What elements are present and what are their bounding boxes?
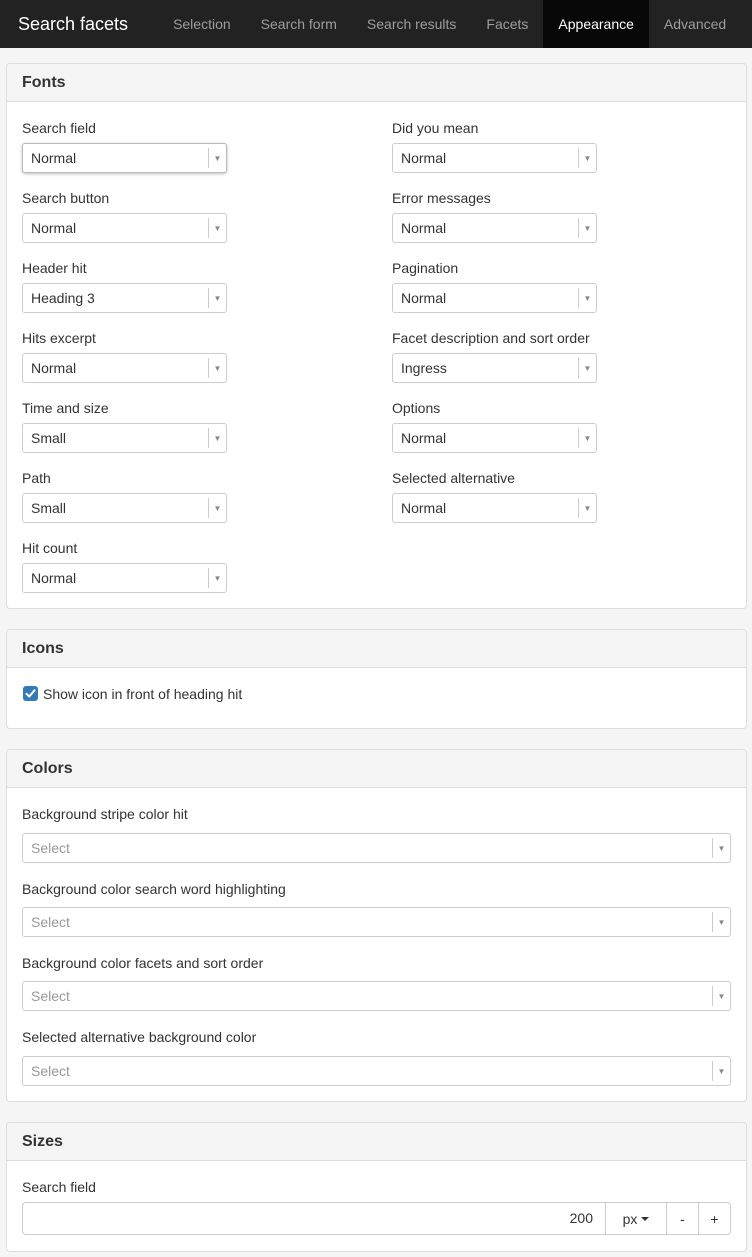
dropdown-arrow-icon: ▼	[213, 223, 222, 233]
tab-selection[interactable]: Selection	[158, 0, 246, 48]
select-value: Normal	[401, 220, 447, 236]
decrement-button[interactable]: -	[666, 1203, 698, 1234]
dropdown-arrow-icon: ▼	[583, 153, 592, 163]
select-value: Normal	[401, 430, 447, 446]
caret-down-icon	[641, 1216, 650, 1221]
search-field-size-group: 200 px - +	[22, 1202, 731, 1235]
font-select-options[interactable]: Normal ▼	[392, 423, 597, 453]
font-select-pagination[interactable]: Normal ▼	[392, 283, 597, 313]
font-select-search-field[interactable]: Normal ▼	[22, 143, 227, 173]
select-value: Small	[31, 430, 67, 446]
font-select-path[interactable]: Small ▼	[22, 493, 227, 523]
dropdown-arrow-icon: ▼	[213, 363, 222, 373]
dropdown-arrow-icon: ▼	[583, 223, 592, 233]
select-value: Normal	[31, 220, 77, 236]
color-select-stripe-hit[interactable]: Select ▼	[22, 833, 731, 863]
dropdown-arrow-icon: ▼	[717, 917, 726, 927]
dropdown-arrow-icon: ▼	[213, 433, 222, 443]
dropdown-arrow-icon: ▼	[583, 433, 592, 443]
font-label-facet-description: Facet description and sort order	[392, 330, 590, 346]
select-value: Normal	[31, 150, 77, 166]
show-icon-checkbox-label[interactable]: Show icon in front of heading hit	[43, 686, 242, 702]
select-value: Normal	[401, 500, 447, 516]
dropdown-arrow-icon: ▼	[583, 293, 592, 303]
icons-panel: Icons Show icon in front of heading hit	[6, 629, 747, 729]
checkmark-icon	[25, 689, 36, 698]
select-value: Small	[31, 500, 67, 516]
unit-dropdown-button[interactable]: px	[605, 1203, 666, 1234]
font-label-hit-count: Hit count	[22, 540, 78, 556]
select-value: Normal	[31, 570, 77, 586]
colors-panel: Colors Background stripe color hit Selec…	[6, 749, 747, 1102]
font-select-hit-count[interactable]: Normal ▼	[22, 563, 227, 593]
font-label-pagination: Pagination	[392, 260, 459, 276]
select-value: Normal	[401, 290, 447, 306]
font-select-error-messages[interactable]: Normal ▼	[392, 213, 597, 243]
fonts-panel-title: Fonts	[7, 64, 746, 102]
select-placeholder: Select	[31, 840, 70, 856]
tab-facets[interactable]: Facets	[471, 0, 543, 48]
font-label-time-and-size: Time and size	[22, 400, 109, 416]
icons-panel-title: Icons	[7, 630, 746, 668]
dropdown-arrow-icon: ▼	[583, 363, 592, 373]
font-label-error-messages: Error messages	[392, 190, 491, 206]
color-label-search-word-highlighting: Background color search word highlightin…	[22, 881, 286, 897]
select-value: Normal	[401, 150, 447, 166]
size-label-search-field: Search field	[22, 1179, 96, 1195]
dropdown-arrow-icon: ▼	[717, 843, 726, 853]
select-placeholder: Select	[31, 914, 70, 930]
font-label-search-button: Search button	[22, 190, 110, 206]
sizes-panel: Sizes Search field 200 px - +	[6, 1122, 747, 1252]
select-value: Ingress	[401, 360, 447, 376]
color-select-facets-sort-order[interactable]: Select ▼	[22, 981, 731, 1011]
font-select-selected-alternative[interactable]: Normal ▼	[392, 493, 597, 523]
color-select-selected-alternative[interactable]: Select ▼	[22, 1056, 731, 1086]
dropdown-arrow-icon: ▼	[213, 293, 222, 303]
search-field-size-input[interactable]: 200	[23, 1203, 605, 1234]
show-icon-checkbox[interactable]	[23, 686, 38, 701]
font-select-header-hit[interactable]: Heading 3 ▼	[22, 283, 227, 313]
font-label-selected-alternative: Selected alternative	[392, 470, 515, 486]
color-select-search-word-highlighting[interactable]: Select ▼	[22, 907, 731, 937]
font-select-hits-excerpt[interactable]: Normal ▼	[22, 353, 227, 383]
color-label-facets-sort-order: Background color facets and sort order	[22, 955, 264, 971]
tab-search-results[interactable]: Search results	[352, 0, 471, 48]
fonts-panel: Fonts Search field Normal ▼ Search butto…	[6, 63, 747, 609]
font-select-facet-description[interactable]: Ingress ▼	[392, 353, 597, 383]
top-navbar: Search facets Selection Search form Sear…	[0, 0, 752, 48]
brand-title[interactable]: Search facets	[0, 0, 146, 48]
dropdown-arrow-icon: ▼	[213, 153, 222, 163]
tab-advanced[interactable]: Advanced	[649, 0, 741, 48]
dropdown-arrow-icon: ▼	[717, 1066, 726, 1076]
font-label-search-field: Search field	[22, 120, 96, 136]
sizes-panel-title: Sizes	[7, 1123, 746, 1161]
font-label-path: Path	[22, 470, 51, 486]
dropdown-arrow-icon: ▼	[717, 991, 726, 1001]
select-placeholder: Select	[31, 1063, 70, 1079]
color-label-stripe-hit: Background stripe color hit	[22, 806, 188, 822]
dropdown-arrow-icon: ▼	[213, 503, 222, 513]
dropdown-arrow-icon: ▼	[213, 573, 222, 583]
font-label-options: Options	[392, 400, 441, 416]
unit-label: px	[622, 1210, 638, 1227]
dropdown-arrow-icon: ▼	[583, 503, 592, 513]
increment-button[interactable]: +	[698, 1203, 730, 1234]
color-label-selected-alternative: Selected alternative background color	[22, 1029, 257, 1045]
font-select-search-button[interactable]: Normal ▼	[22, 213, 227, 243]
font-select-did-you-mean[interactable]: Normal ▼	[392, 143, 597, 173]
tab-search-form[interactable]: Search form	[246, 0, 352, 48]
font-select-time-and-size[interactable]: Small ▼	[22, 423, 227, 453]
font-label-header-hit: Header hit	[22, 260, 87, 276]
font-label-hits-excerpt: Hits excerpt	[22, 330, 96, 346]
select-placeholder: Select	[31, 988, 70, 1004]
select-value: Normal	[31, 360, 77, 376]
colors-panel-title: Colors	[7, 750, 746, 788]
tab-appearance[interactable]: Appearance	[543, 0, 649, 48]
font-label-did-you-mean: Did you mean	[392, 120, 479, 136]
select-value: Heading 3	[31, 290, 95, 306]
